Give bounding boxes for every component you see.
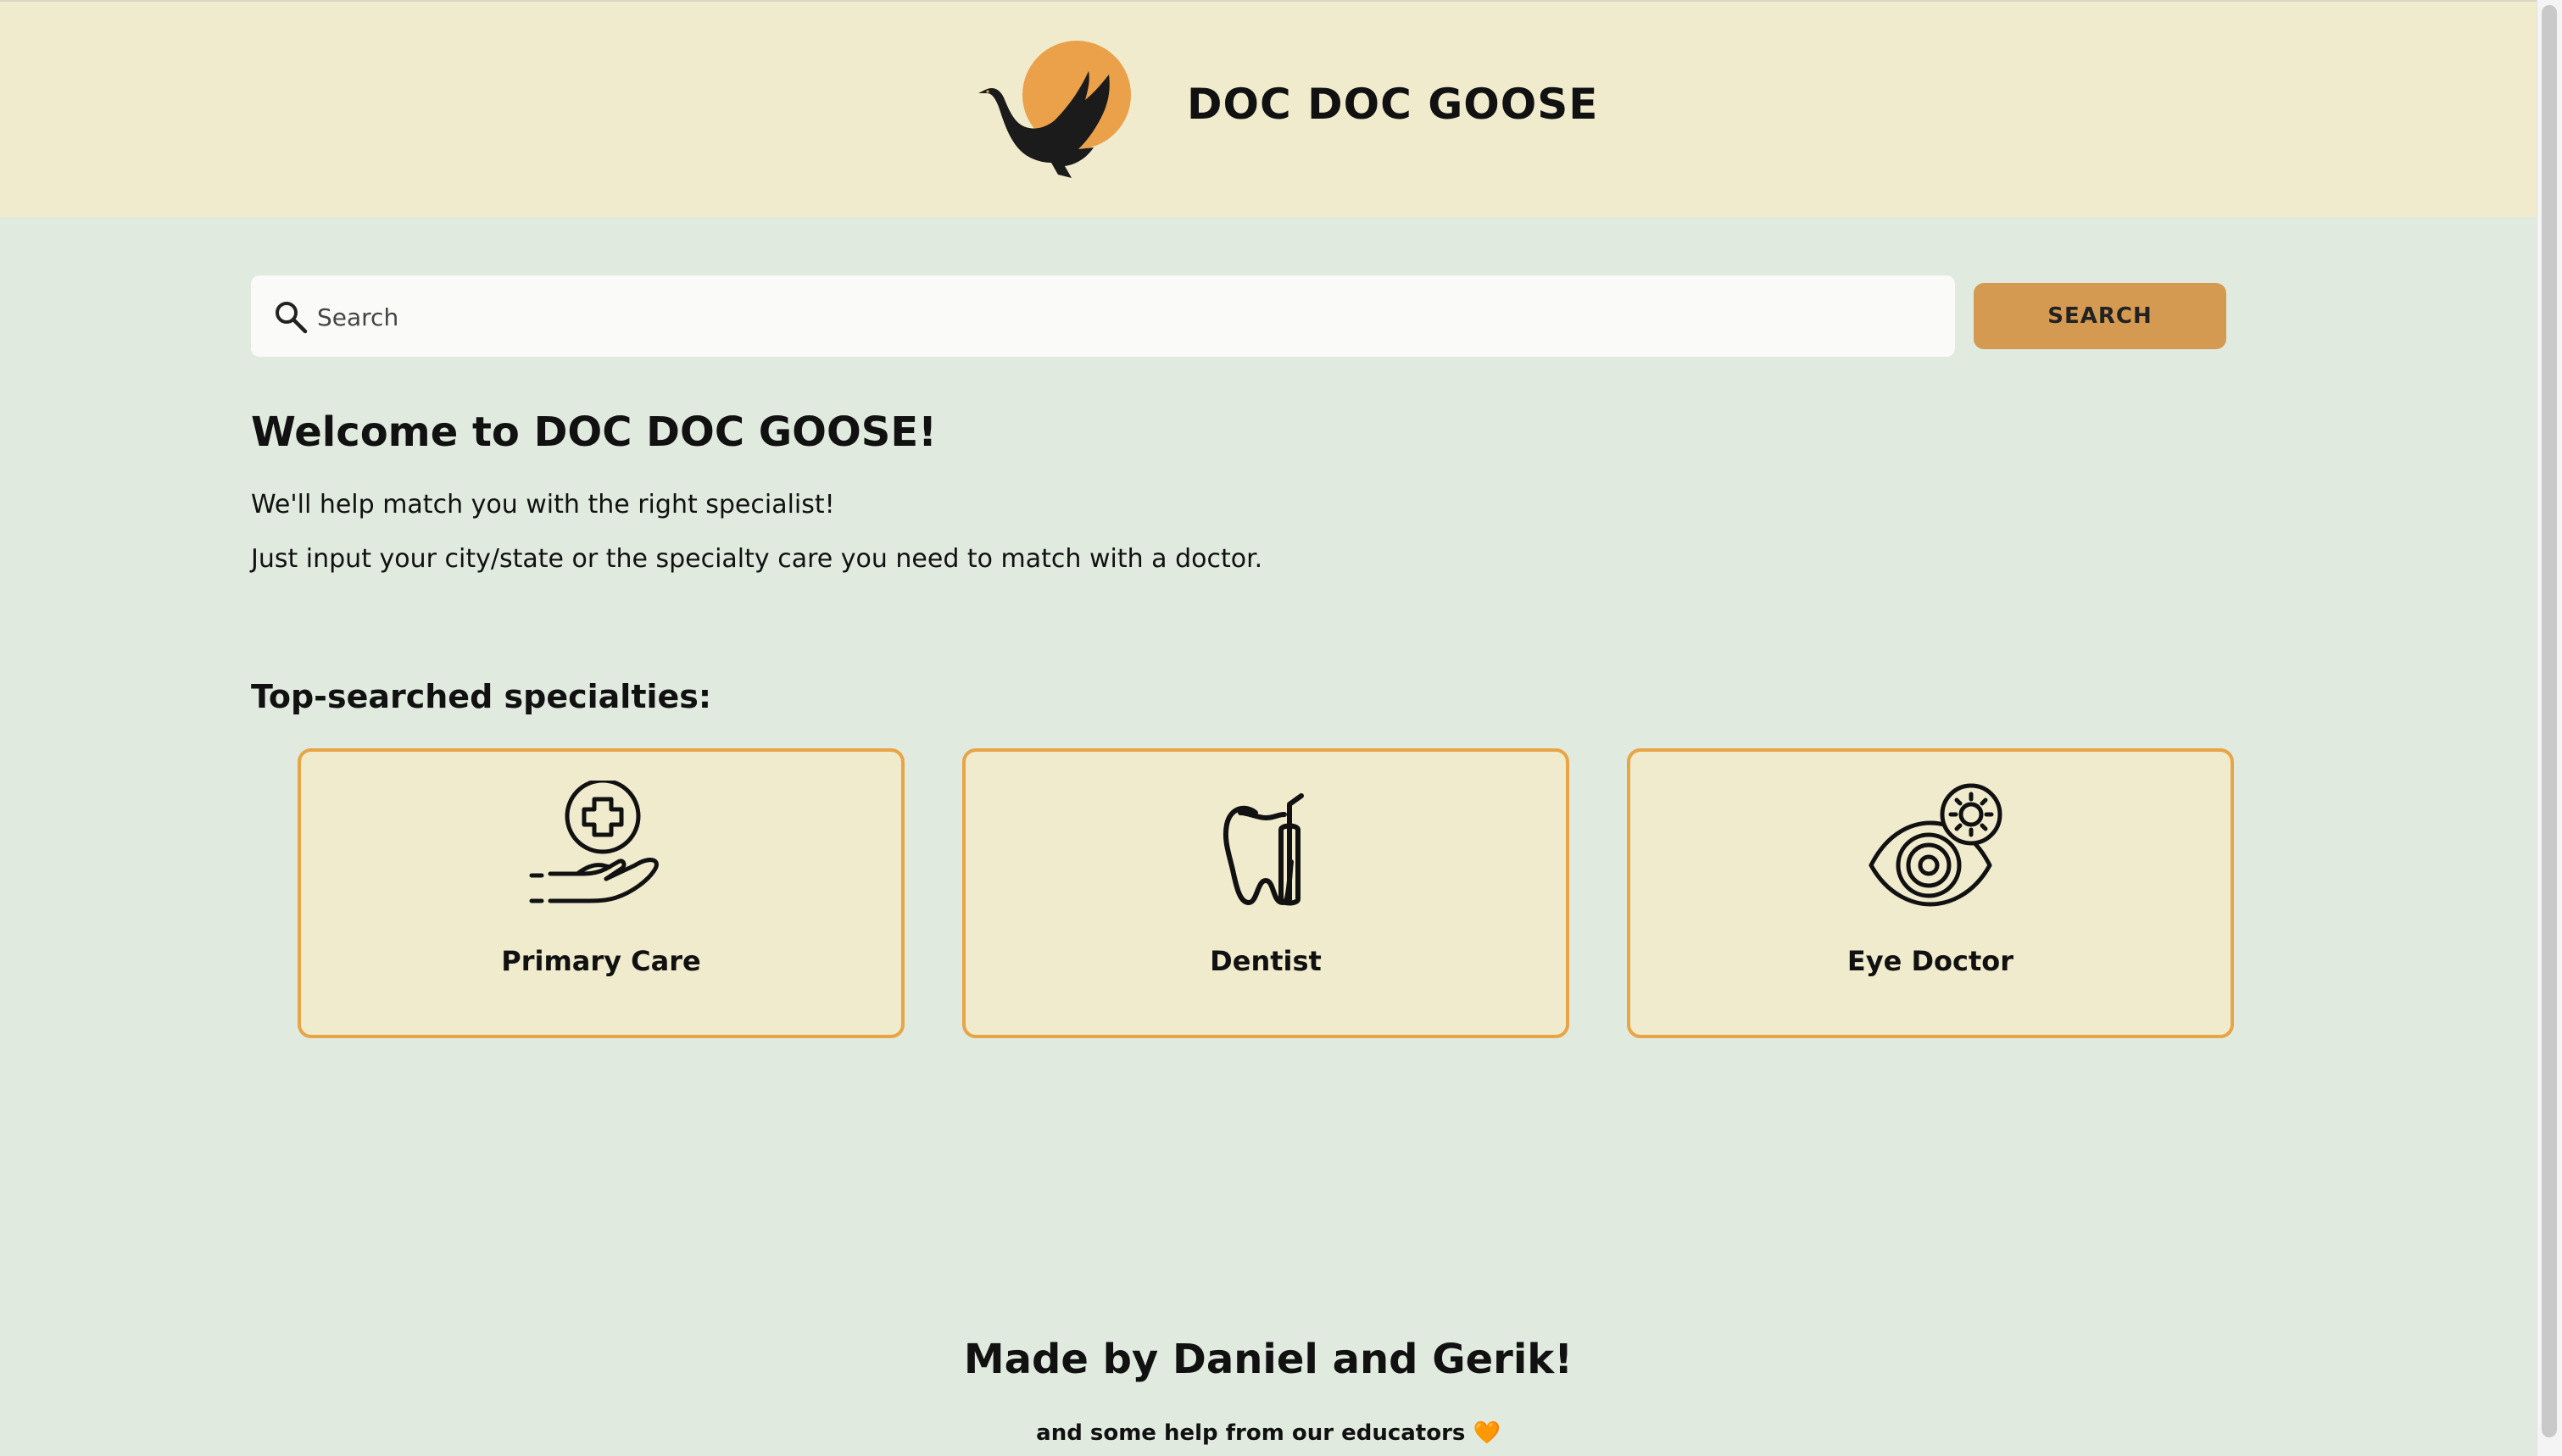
- search-icon: [276, 302, 308, 334]
- brand-title[interactable]: DOC DOC GOOSE: [1187, 80, 1598, 129]
- card-label: Dentist: [1210, 945, 1322, 977]
- welcome-text-line-1: We'll help match you with the right spec…: [251, 490, 835, 520]
- search-bar: [251, 275, 1955, 358]
- eye-lens-icon: [1869, 783, 2002, 907]
- specialty-card-dentist[interactable]: Dentist: [962, 748, 1569, 1038]
- tooth-icon: [1223, 793, 1304, 906]
- welcome-text-line-2: Just input your city/state or the specia…: [251, 544, 1263, 574]
- footer-title: Made by Daniel and Gerik!: [963, 1336, 1573, 1383]
- card-label: Primary Care: [501, 945, 701, 977]
- welcome-heading: Welcome to DOC DOC GOOSE!: [251, 408, 938, 456]
- hand-medical-cross-icon: [529, 781, 659, 903]
- search-input[interactable]: [315, 275, 1930, 358]
- specialties-heading: Top-searched specialties:: [251, 678, 712, 715]
- specialty-card-eye-doctor[interactable]: Eye Doctor: [1627, 748, 2234, 1038]
- goose-logo-icon[interactable]: [977, 39, 1138, 183]
- search-button[interactable]: SEARCH: [1974, 283, 2226, 349]
- site-header: DOC DOC GOOSE: [0, 0, 2537, 217]
- footer-subtitle: and some help from our educators 🧡: [1036, 1420, 1501, 1446]
- specialty-card-primary-care[interactable]: Primary Care: [298, 748, 905, 1038]
- vertical-scrollbar[interactable]: [2537, 0, 2562, 1456]
- card-label: Eye Doctor: [1846, 945, 2014, 977]
- scrollbar-thumb[interactable]: [2542, 5, 2557, 1437]
